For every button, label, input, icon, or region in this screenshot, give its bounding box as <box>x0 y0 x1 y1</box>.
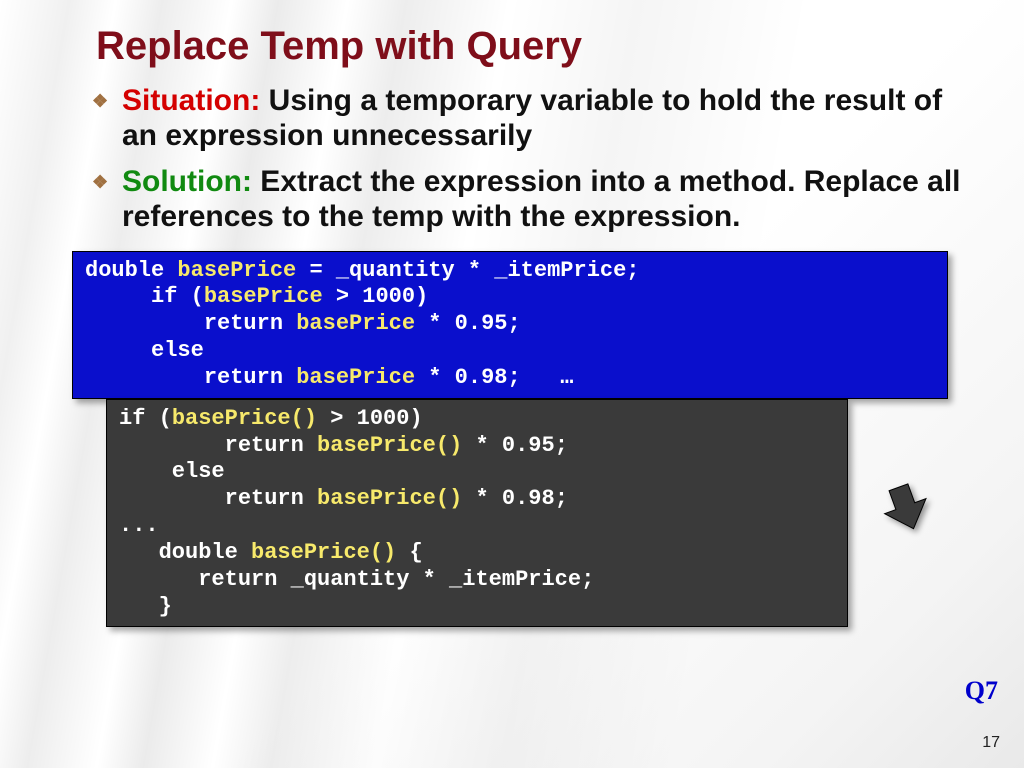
arrow-down-icon <box>878 480 934 541</box>
bullet-list: ❖ Situation: Using a temporary variable … <box>92 83 976 235</box>
bullet-icon: ❖ <box>92 83 122 154</box>
bullet-icon: ❖ <box>92 164 122 235</box>
solution-label: Solution: <box>122 165 252 198</box>
bullet-situation: ❖ Situation: Using a temporary variable … <box>92 83 976 154</box>
slide-title: Replace Temp with Query <box>96 24 976 69</box>
page-number: 17 <box>982 734 1000 752</box>
situation-label: Situation: <box>122 84 260 117</box>
code-block-before: double basePrice = _quantity * _itemPric… <box>72 251 948 399</box>
bullet-solution: ❖ Solution: Extract the expression into … <box>92 164 976 235</box>
code-block-after: if (basePrice() > 1000) return basePrice… <box>106 399 848 628</box>
question-reference: Q7 <box>965 676 998 706</box>
